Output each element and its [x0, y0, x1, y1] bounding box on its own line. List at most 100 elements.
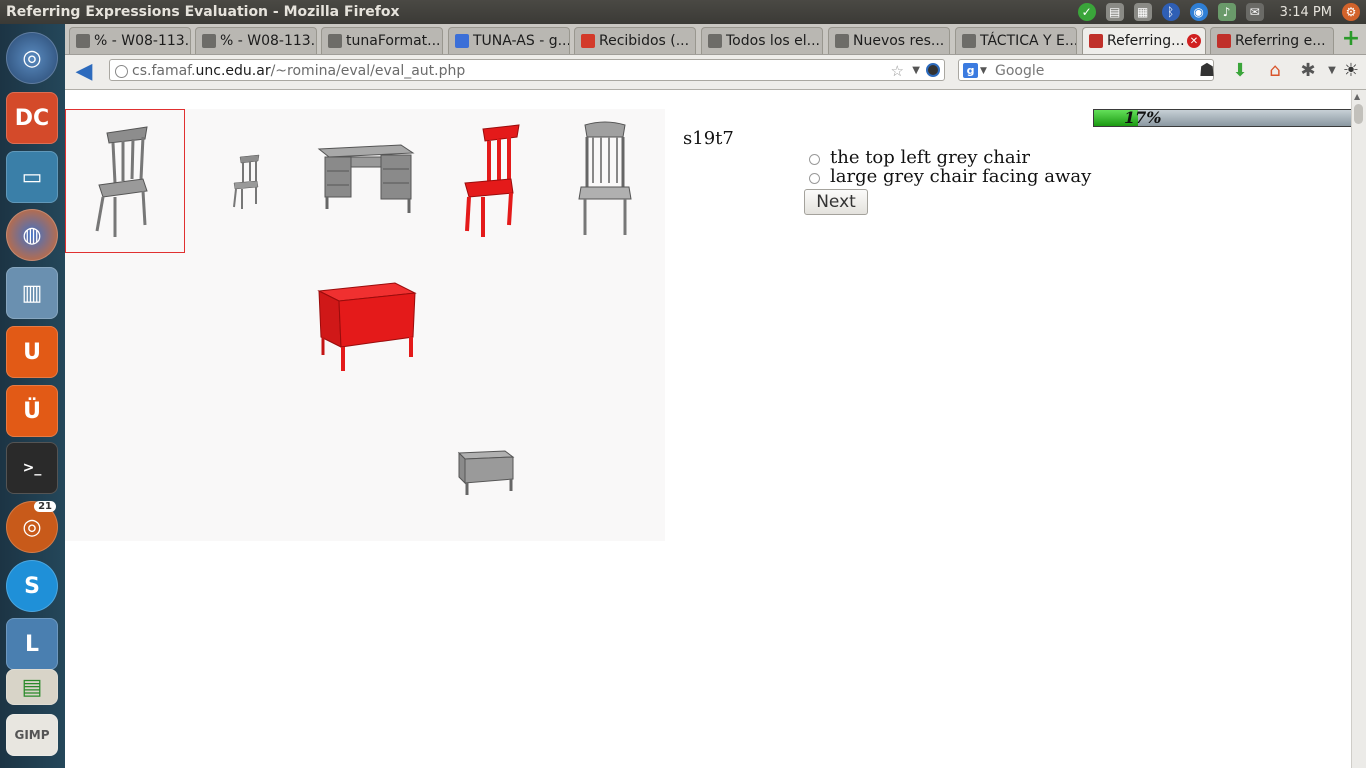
tab-8[interactable]: TÁCTICA Y E...	[955, 27, 1077, 54]
go-icon[interactable]	[926, 63, 940, 77]
ubuntu-one-music-icon[interactable]: Ü	[6, 385, 58, 437]
tab-label: tunaFormat...	[346, 33, 441, 49]
downloads-icon[interactable]: ⬇	[1229, 60, 1251, 82]
files-icon[interactable]: ▭	[6, 151, 58, 203]
object-red-chair-large[interactable]	[425, 109, 545, 253]
object-grey-desk-small[interactable]	[425, 397, 545, 541]
window-title: Referring Expressions Evaluation - Mozil…	[6, 4, 400, 20]
terminal-icon[interactable]: >_	[6, 442, 58, 494]
option-row[interactable]: large grey chair facing away	[809, 166, 1091, 187]
home-icon[interactable]: ⌂	[1264, 60, 1286, 82]
tab-label: Referring...	[1107, 33, 1185, 49]
page-content: 17% s19t7 the top left grey chair large …	[65, 90, 1352, 768]
mail-icon[interactable]: ✉	[1245, 3, 1264, 21]
page-icon	[328, 34, 342, 48]
tab-3[interactable]: tunaFormat...	[321, 27, 443, 54]
option-row[interactable]: the top left grey chair	[809, 147, 1091, 168]
gmail-icon	[581, 34, 595, 48]
progress-label: 17%	[1124, 108, 1162, 127]
update-icon[interactable]: ✓	[1077, 3, 1096, 21]
bluetooth-icon[interactable]: ᛒ	[1161, 3, 1180, 21]
tab-5[interactable]: Recibidos (...	[574, 27, 696, 54]
new-tab-icon[interactable]: +	[1340, 28, 1362, 51]
page-icon	[76, 34, 90, 48]
url-bar[interactable]: cs.famaf.unc.edu.ar/~romina/eval/eval_au…	[109, 59, 945, 81]
search-placeholder: Google	[995, 63, 1045, 79]
option-label[interactable]: the top left grey chair	[830, 147, 1030, 168]
desk-icon	[317, 144, 415, 213]
tab-label: TÁCTICA Y E...	[980, 33, 1077, 49]
page-icon	[202, 34, 216, 48]
trial-id: s19t7	[683, 128, 734, 149]
doublecmd-icon[interactable]: DC	[6, 92, 58, 144]
volume-icon[interactable]: ♪	[1217, 3, 1236, 21]
clipboard-icon[interactable]: ▦	[1133, 3, 1152, 21]
url-path: /~romina/eval/eval_aut.php	[270, 63, 466, 79]
extension-icon[interactable]: ☀	[1340, 60, 1362, 82]
object-red-desk-large[interactable]	[305, 253, 425, 397]
object-grey-chair-large[interactable]	[65, 109, 185, 253]
object-grey-chair-small[interactable]	[185, 109, 305, 253]
tab-label: Nuevos res...	[853, 33, 945, 49]
network-icon[interactable]: ◉	[1189, 3, 1208, 21]
bookmark-star-icon[interactable]: ☆	[891, 60, 904, 82]
chair-icon	[578, 121, 632, 235]
tab-7[interactable]: Nuevos res...	[828, 27, 950, 54]
tab-label: Recibidos (...	[599, 33, 690, 49]
close-tab-icon[interactable]: ✕	[1187, 34, 1201, 48]
url-domain: unc.edu.ar	[195, 63, 271, 79]
object-grey-chair-facing-away[interactable]	[545, 109, 665, 253]
impress-icon[interactable]: ▤	[6, 669, 58, 705]
session-gear-icon[interactable]: ⚙	[1342, 3, 1360, 21]
lyx-icon[interactable]: L	[6, 618, 58, 670]
tab-label: % - W08-113...	[94, 33, 191, 49]
software-center-icon[interactable]: ◎ 21	[6, 501, 58, 553]
scroll-thumb[interactable]	[1354, 104, 1363, 124]
skype-icon[interactable]: S	[6, 560, 58, 612]
clock[interactable]: 3:14 PM	[1280, 5, 1332, 20]
chair-icon	[233, 154, 260, 209]
tab-label: % - W08-113...	[220, 33, 317, 49]
option-radio[interactable]	[809, 173, 820, 184]
vertical-scrollbar[interactable]: ▲	[1351, 90, 1366, 768]
tab-label: TUNA-AS - g...	[473, 33, 570, 49]
tab-10[interactable]: Referring e...	[1210, 27, 1334, 54]
chair-icon	[464, 124, 520, 237]
printer-icon[interactable]: ▤	[1105, 3, 1124, 21]
object-grey-desk-large[interactable]	[305, 109, 425, 253]
tab-active[interactable]: Referring... ✕	[1082, 27, 1206, 54]
history-dropdown-icon[interactable]: ▼	[912, 60, 920, 82]
page-icon	[962, 34, 976, 48]
tab-label: Referring e...	[1235, 33, 1326, 49]
option-label[interactable]: large grey chair facing away	[830, 166, 1091, 187]
tab-4[interactable]: TUNA-AS - g...	[448, 27, 570, 54]
search-field[interactable]: g ▼ Google	[958, 59, 1214, 81]
engine-dropdown-icon[interactable]: ▼	[980, 60, 987, 82]
tab-label: Todos los el...	[726, 33, 820, 49]
famaf-icon	[1217, 34, 1231, 48]
addon-icon[interactable]: ✱	[1297, 60, 1319, 82]
dash-icon[interactable]: ◎	[6, 32, 58, 84]
globe-icon	[115, 65, 128, 78]
desk-icon	[317, 282, 417, 371]
firefox-icon[interactable]: ◍	[6, 209, 58, 261]
system-tray: ✓ ▤ ▦ ᛒ ◉ ♪ ✉ 3:14 PM ⚙	[1077, 0, 1366, 24]
next-button[interactable]: Next	[804, 189, 868, 215]
software-center-badge: 21	[34, 501, 56, 512]
search-plugin-icon[interactable]: ☗	[1196, 60, 1218, 82]
tab-6[interactable]: Todos los el...	[701, 27, 823, 54]
scroll-up-icon[interactable]: ▲	[1354, 92, 1360, 101]
tab-2[interactable]: % - W08-113...	[195, 27, 317, 54]
tab-1[interactable]: % - W08-113...	[69, 27, 191, 54]
back-arrow-icon[interactable]: ◀	[71, 59, 97, 85]
option-radio[interactable]	[809, 154, 820, 165]
launcher: ◎ DC ▭ ◍ ▥ U Ü >_ ◎ 21 S L ▤ GIMP	[0, 24, 65, 768]
docs-icon	[455, 34, 469, 48]
gimp-icon[interactable]: GIMP	[6, 714, 58, 756]
libreoffice-writer-icon[interactable]: ▥	[6, 267, 58, 319]
tab-strip: % - W08-113... % - W08-113... tunaFormat…	[65, 24, 1366, 55]
desk-icon	[457, 450, 515, 495]
progress-bar: 17%	[1093, 108, 1352, 127]
ubuntu-one-icon[interactable]: U	[6, 326, 58, 378]
famaf-icon	[1089, 34, 1103, 48]
